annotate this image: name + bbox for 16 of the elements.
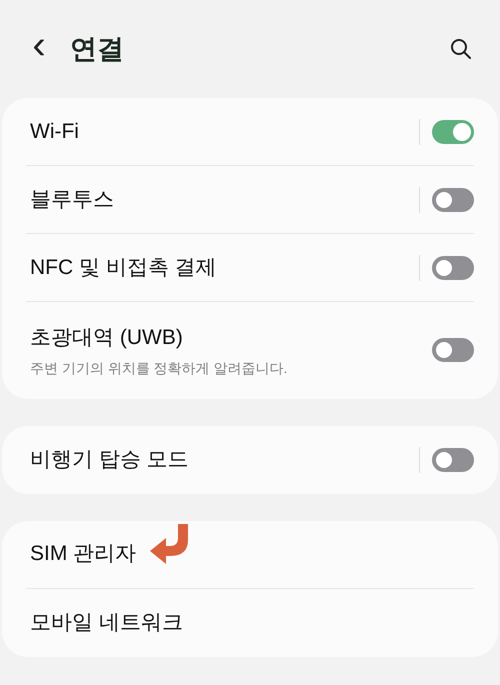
toggle-switch[interactable] — [432, 448, 474, 472]
setting-description: 주변 기기의 위치를 정확하게 알려줍니다. — [30, 358, 288, 378]
setting-label[interactable]: 비행기 탑승 모드 — [30, 444, 189, 476]
toggle-switch[interactable] — [432, 120, 474, 144]
setting-label[interactable]: SIM 관리자 — [30, 538, 136, 570]
search-icon[interactable] — [450, 38, 472, 60]
setting-label[interactable]: 블루투스 — [30, 184, 114, 216]
page-title: 연결 — [70, 32, 124, 66]
back-button[interactable]: ‹ — [24, 25, 54, 65]
setting-label[interactable]: 모바일 네트워크 — [30, 606, 183, 638]
toggle-switch[interactable] — [432, 256, 474, 280]
setting-label[interactable]: Wi-Fi — [30, 116, 79, 148]
toggle-switch[interactable] — [432, 338, 474, 362]
setting-label[interactable]: NFC 및 비접촉 결제 — [30, 252, 217, 284]
setting-label[interactable]: 초광대역 (UWB) — [30, 322, 183, 354]
toggle-switch[interactable] — [432, 188, 474, 212]
